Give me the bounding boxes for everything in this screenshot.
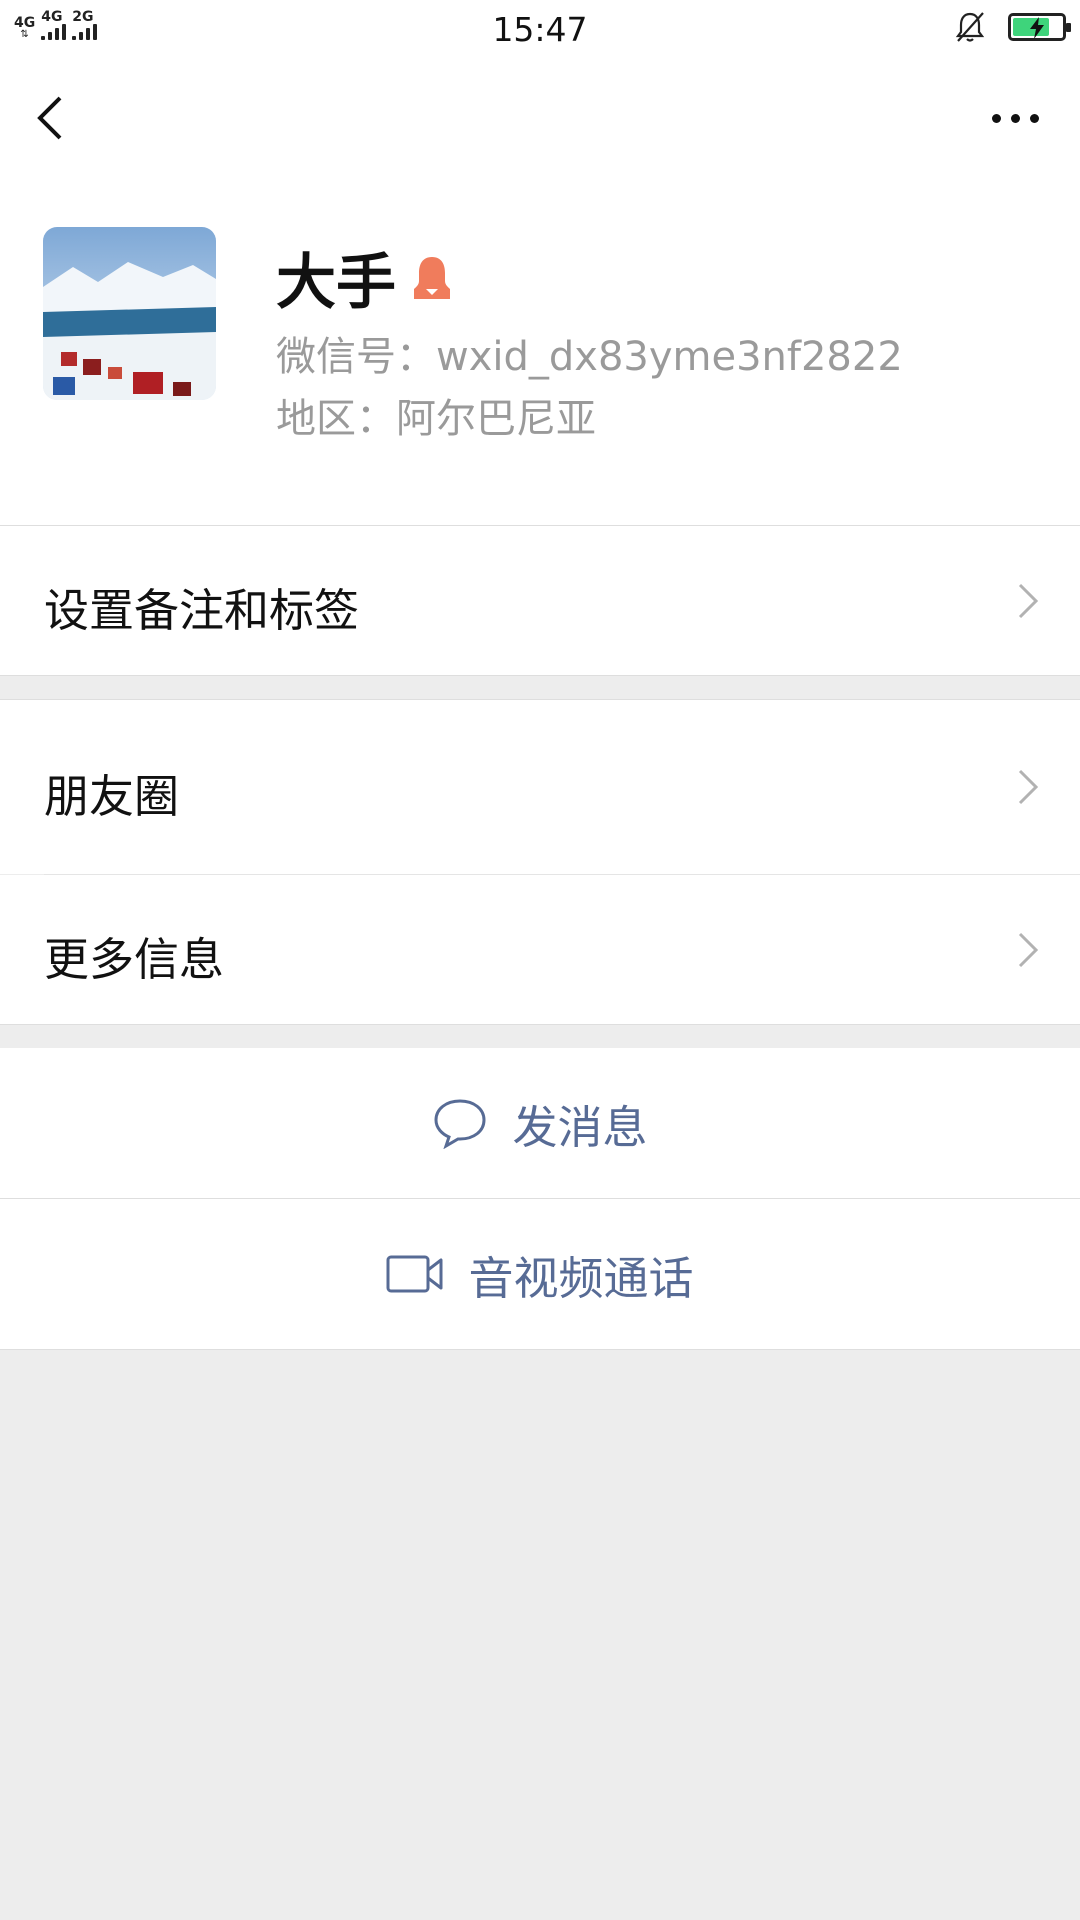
- region: 地区：阿尔巴尼亚: [276, 396, 596, 442]
- back-button[interactable]: [30, 88, 80, 148]
- chat-bubble-icon: [434, 1099, 486, 1149]
- more-dot: [1010, 113, 1020, 123]
- female-icon: [414, 256, 450, 299]
- chevron-right-icon: [1018, 583, 1039, 619]
- status-time: 15:47: [492, 10, 588, 49]
- divider: [0, 675, 1080, 676]
- chevron-right-icon: [1018, 769, 1039, 805]
- video-call-button[interactable]: 音视频通话: [0, 1199, 1080, 1349]
- remark-tags-label: 设置备注和标签: [44, 584, 360, 637]
- more-dot: [1029, 113, 1039, 123]
- moments-label: 朋友圈: [44, 770, 180, 823]
- chevron-left-icon: [37, 96, 62, 140]
- wechat-id: 微信号：wxid_dx83yme3nf2822: [276, 334, 903, 380]
- remark-tags-row[interactable]: 设置备注和标签: [0, 526, 1080, 675]
- more-dots-icon: [991, 113, 1001, 123]
- video-call-label: 音视频通话: [468, 1251, 694, 1305]
- send-message-label: 发消息: [512, 1100, 648, 1154]
- more-info-row[interactable]: 更多信息: [0, 875, 1080, 1024]
- more-button[interactable]: [980, 98, 1050, 138]
- name-row: 大手: [276, 234, 454, 321]
- more-info-label: 更多信息: [44, 933, 225, 986]
- profile-card: 大手 微信号：wxid_dx83yme3nf2822 地区：阿尔巴尼亚: [0, 182, 1080, 525]
- chevron-right-icon: [1018, 932, 1039, 968]
- send-message-button[interactable]: 发消息: [0, 1048, 1080, 1198]
- battery-charging-icon: [1008, 13, 1071, 41]
- moments-row[interactable]: 朋友圈: [0, 700, 1080, 874]
- bell-muted-icon: [955, 12, 985, 42]
- avatar[interactable]: [43, 227, 216, 400]
- video-camera-icon: [386, 1255, 443, 1293]
- divider: [0, 1349, 1080, 1350]
- top-nav: [0, 58, 1080, 182]
- status-right: [954, 10, 1071, 44]
- divider: [0, 1024, 1080, 1025]
- contact-name: 大手: [276, 248, 396, 318]
- status-bar: 4G ⇅ 4G 2G 15:47: [0, 0, 1080, 58]
